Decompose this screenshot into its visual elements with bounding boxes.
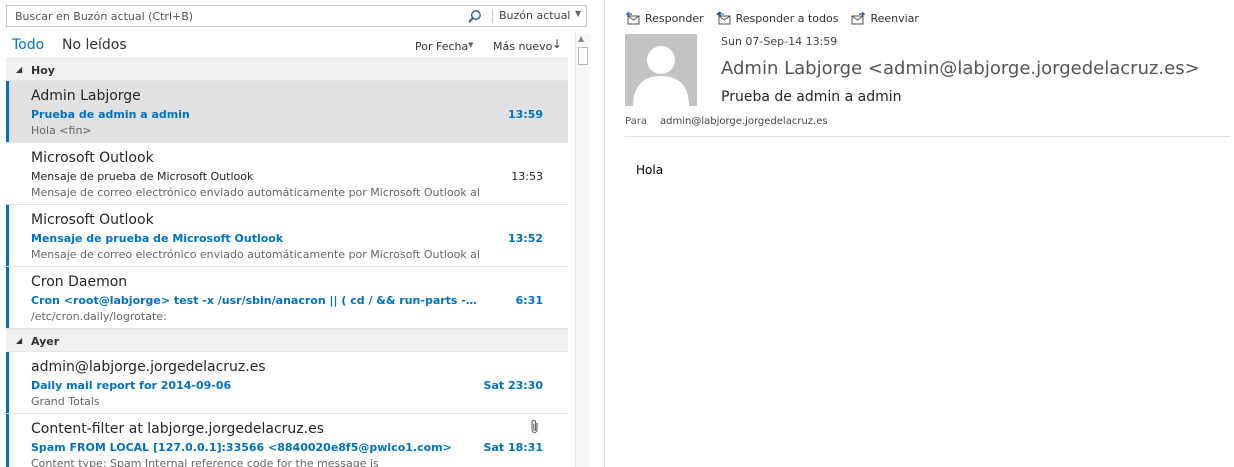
message-subject: Prueba de admin a admin — [721, 89, 902, 105]
chevron-down-icon[interactable]: ▼ — [575, 9, 581, 18]
sent-date: Sun 07-Sep-14 13:59 — [721, 35, 838, 48]
message-preview: Hola <fin> — [31, 124, 92, 137]
message-row[interactable]: Microsoft Outlook Mensaje de prueba de Mi… — [6, 205, 568, 267]
unread-indicator — [6, 205, 9, 266]
message-time: 6:31 — [515, 294, 543, 307]
scrollbar-thumb[interactable] — [578, 47, 588, 65]
unread-indicator — [6, 414, 9, 467]
message-sender: admin@labjorge.jorgedelacruz.es — [31, 359, 266, 375]
reply-all-label: Responder a todos — [735, 11, 839, 25]
message-row[interactable]: admin@labjorge.jorgedelacruz.es Daily mai… — [6, 352, 568, 414]
filter-tab-all[interactable]: Todo — [12, 37, 44, 53]
to-label: Para — [625, 116, 647, 127]
message-subject: Cron <root@labjorge> test -x /usr/sbin/a… — [31, 294, 481, 307]
forward-button[interactable]: Reenviar — [850, 9, 919, 27]
search-icon[interactable] — [467, 9, 482, 24]
group-header[interactable]: ◢ Ayer — [6, 329, 568, 352]
message-list: ◢ Hoy Admin Labjorge Prueba de admin a admi… — [6, 58, 568, 467]
message-time: 13:53 — [511, 170, 543, 183]
search-input[interactable] — [7, 6, 465, 26]
collapse-triangle-icon[interactable]: ◢ — [16, 336, 22, 345]
reading-pane: Responder Responder a todos Reenviar Sun… — [605, 0, 1234, 467]
reply-all-icon — [715, 11, 731, 25]
reply-all-button[interactable]: Responder a todos — [715, 9, 839, 27]
message-sender: Microsoft Outlook — [31, 150, 154, 166]
message-row[interactable]: Cron Daemon Cron <root@labjorge> test -x … — [6, 267, 568, 329]
message-subject: Mensaje de prueba de Microsoft Outlook — [31, 170, 254, 183]
message-row[interactable]: Content-filter at labjorge.jorgedelacruz… — [6, 414, 568, 467]
reply-button[interactable]: Responder — [625, 9, 704, 27]
message-sender: Admin Labjorge — [31, 88, 141, 104]
message-time: 13:52 — [507, 232, 543, 245]
message-subject: Spam FROM LOCAL [127.0.0.1]:33566 <88400… — [31, 441, 452, 454]
message-preview: /etc/cron.daily/logrotate: — [31, 310, 167, 323]
reply-icon — [625, 11, 640, 25]
message-row[interactable]: Microsoft Outlook Mensaje de prueba de Mi… — [6, 143, 568, 205]
message-row[interactable]: Admin Labjorge Prueba de admin a admin Hol… — [6, 81, 568, 143]
message-subject: Daily mail report for 2014-09-06 — [31, 379, 232, 392]
message-preview: Grand Totals — [31, 395, 100, 408]
collapse-triangle-icon[interactable]: ◢ — [16, 65, 22, 74]
message-time: 13:59 — [507, 108, 543, 121]
arrow-down-icon[interactable]: ↓ — [552, 37, 562, 51]
message-time: Sat 18:31 — [483, 441, 543, 454]
sort-order-toggle[interactable]: Más nuevo — [493, 40, 552, 53]
search-separator — [492, 10, 493, 23]
message-list-pane: Buzón actual ▼ Todo No leídos Por Fecha … — [0, 0, 592, 467]
sender-avatar — [625, 34, 697, 106]
group-label: Ayer — [31, 335, 60, 348]
filter-bar: Todo No leídos Por Fecha ▼ Más nuevo ↓ — [0, 34, 570, 58]
paperclip-icon — [531, 419, 538, 433]
message-subject: Mensaje de prueba de Microsoft Outlook — [31, 232, 284, 245]
reading-actions: Responder Responder a todos Reenviar — [625, 9, 919, 27]
search-scope-dropdown[interactable]: Buzón actual — [499, 9, 570, 22]
message-body[interactable]: Hola — [636, 163, 663, 177]
list-scrollbar[interactable]: ▲ — [575, 33, 590, 467]
message-sender: Content-filter at labjorge.jorgedelacruz… — [31, 421, 325, 437]
message-time: Sat 23:30 — [483, 379, 543, 392]
sort-by-dropdown[interactable]: Por Fecha — [415, 40, 468, 53]
to-recipient[interactable]: admin@labjorge.jorgedelacruz.es — [660, 116, 828, 127]
message-preview: Mensaje de correo electrónico enviado au… — [31, 248, 480, 261]
message-preview: Mensaje de correo electrónico enviado au… — [31, 186, 480, 199]
unread-indicator — [6, 352, 9, 413]
header-divider — [625, 136, 1230, 137]
message-preview: Content type: Spam Internal reference co… — [31, 457, 379, 467]
scroll-up-icon[interactable]: ▲ — [578, 34, 584, 43]
search-box[interactable]: Buzón actual ▼ — [6, 5, 587, 27]
forward-label: Reenviar — [870, 11, 919, 25]
message-subject: Prueba de admin a admin — [31, 108, 190, 121]
unread-indicator — [6, 81, 9, 142]
chevron-down-icon[interactable]: ▼ — [468, 41, 473, 49]
message-sender: Microsoft Outlook — [31, 212, 154, 228]
sender-line[interactable]: Admin Labjorge <admin@labjorge.jorgedela… — [721, 58, 1200, 79]
message-sender: Cron Daemon — [31, 274, 128, 290]
filter-tab-unread[interactable]: No leídos — [62, 37, 127, 53]
group-label: Hoy — [31, 64, 55, 77]
reply-label: Responder — [645, 11, 704, 25]
person-icon — [633, 46, 689, 106]
unread-indicator — [6, 267, 9, 328]
forward-icon — [851, 11, 866, 25]
group-header[interactable]: ◢ Hoy — [6, 58, 568, 81]
